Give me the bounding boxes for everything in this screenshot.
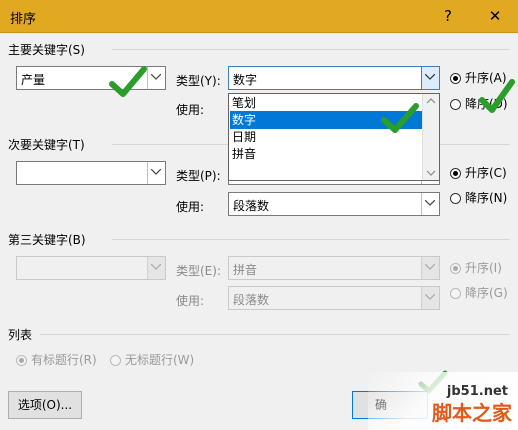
dropdown-scrollbar[interactable] <box>422 94 439 180</box>
tertiary-key-combo[interactable] <box>16 256 166 280</box>
chevron-down-icon <box>425 264 435 270</box>
tertiary-use-value: 段落数 <box>233 293 270 307</box>
tertiary-desc-radio[interactable]: 降序(G) <box>450 284 508 301</box>
secondary-use-label: 使用: <box>176 200 205 214</box>
chevron-down-icon <box>151 264 161 270</box>
primary-key-value: 产量 <box>21 73 46 87</box>
help-button[interactable]: ? <box>436 4 460 28</box>
check-mark-icon <box>381 103 419 133</box>
window-title: 排序 <box>10 12 37 27</box>
chevron-down-icon <box>151 169 161 175</box>
no-header-row-label: 无标题行(W) <box>125 353 195 367</box>
secondary-key-section-label: 次要关键字(T) <box>8 138 85 152</box>
tertiary-asc-radio[interactable]: 升序(I) <box>450 259 502 276</box>
header-row-radio[interactable]: 有标题行(R) <box>16 351 97 368</box>
tertiary-type-label: 类型(E): <box>176 264 221 278</box>
secondary-use-combo[interactable]: 段落数 <box>228 192 440 216</box>
primary-key-section-label: 主要关键字(S) <box>8 43 85 57</box>
radio-circle <box>16 355 27 366</box>
scroll-arrows-icon <box>426 98 436 176</box>
header-row-label: 有标题行(R) <box>31 353 97 367</box>
chevron-down-icon <box>425 74 435 80</box>
options-button[interactable]: 选项(O)... <box>8 391 82 419</box>
tertiary-key-section-label: 第三关键字(B) <box>8 233 86 247</box>
secondary-asc-radio[interactable]: 升序(C) <box>450 164 507 181</box>
primary-type-dropdown-arrow[interactable] <box>421 67 439 89</box>
secondary-key-combo[interactable] <box>16 161 166 185</box>
radio-circle <box>450 288 461 299</box>
secondary-type-label: 类型(P): <box>176 169 221 183</box>
title-bar: 排序 ? ✕ <box>0 0 518 33</box>
radio-circle <box>450 73 461 84</box>
dropdown-option-pinyin[interactable]: 拼音 <box>230 145 424 163</box>
secondary-desc-label: 降序(N) <box>465 191 508 205</box>
secondary-desc-radio[interactable]: 降序(N) <box>450 189 507 206</box>
secondary-use-value: 段落数 <box>233 199 270 213</box>
tertiary-use-combo[interactable]: 段落数 <box>228 286 440 310</box>
chevron-down-icon <box>425 200 435 206</box>
chevron-down-icon <box>151 74 161 80</box>
primary-type-value: 数字 <box>233 73 258 87</box>
tertiary-type-dropdown-arrow[interactable] <box>421 257 439 279</box>
tertiary-desc-label: 降序(G) <box>465 286 508 300</box>
no-header-row-radio[interactable]: 无标题行(W) <box>110 351 194 368</box>
close-button[interactable]: ✕ <box>483 4 507 28</box>
tertiary-key-dropdown-arrow[interactable] <box>147 257 165 279</box>
list-section-label: 列表 <box>8 328 33 342</box>
primary-type-combo[interactable]: 数字 <box>228 66 440 90</box>
tertiary-divider <box>112 239 510 240</box>
tertiary-type-value: 拼音 <box>233 263 258 277</box>
tertiary-use-dropdown-arrow[interactable] <box>421 287 439 309</box>
primary-divider <box>112 49 510 50</box>
tertiary-asc-label: 升序(I) <box>465 261 502 275</box>
check-mark-icon <box>109 66 147 97</box>
radio-circle <box>110 355 121 366</box>
primary-key-dropdown-arrow[interactable] <box>147 67 165 89</box>
check-mark-icon <box>479 79 515 113</box>
primary-type-label: 类型(Y): <box>176 74 221 88</box>
radio-circle <box>450 263 461 274</box>
watermark-name: 脚本之家 <box>432 401 512 425</box>
radio-circle <box>450 193 461 204</box>
secondary-asc-label: 升序(C) <box>465 166 507 180</box>
primary-use-label: 使用: <box>176 103 205 117</box>
radio-circle <box>450 99 461 110</box>
secondary-key-dropdown-arrow[interactable] <box>147 162 165 184</box>
secondary-use-dropdown-arrow[interactable] <box>421 193 439 215</box>
tertiary-use-label: 使用: <box>176 294 205 308</box>
list-divider <box>40 334 510 335</box>
tertiary-type-combo[interactable]: 拼音 <box>228 256 440 280</box>
radio-circle <box>450 168 461 179</box>
chevron-down-icon <box>425 294 435 300</box>
watermark: jb51.net 脚本之家 <box>368 372 518 430</box>
